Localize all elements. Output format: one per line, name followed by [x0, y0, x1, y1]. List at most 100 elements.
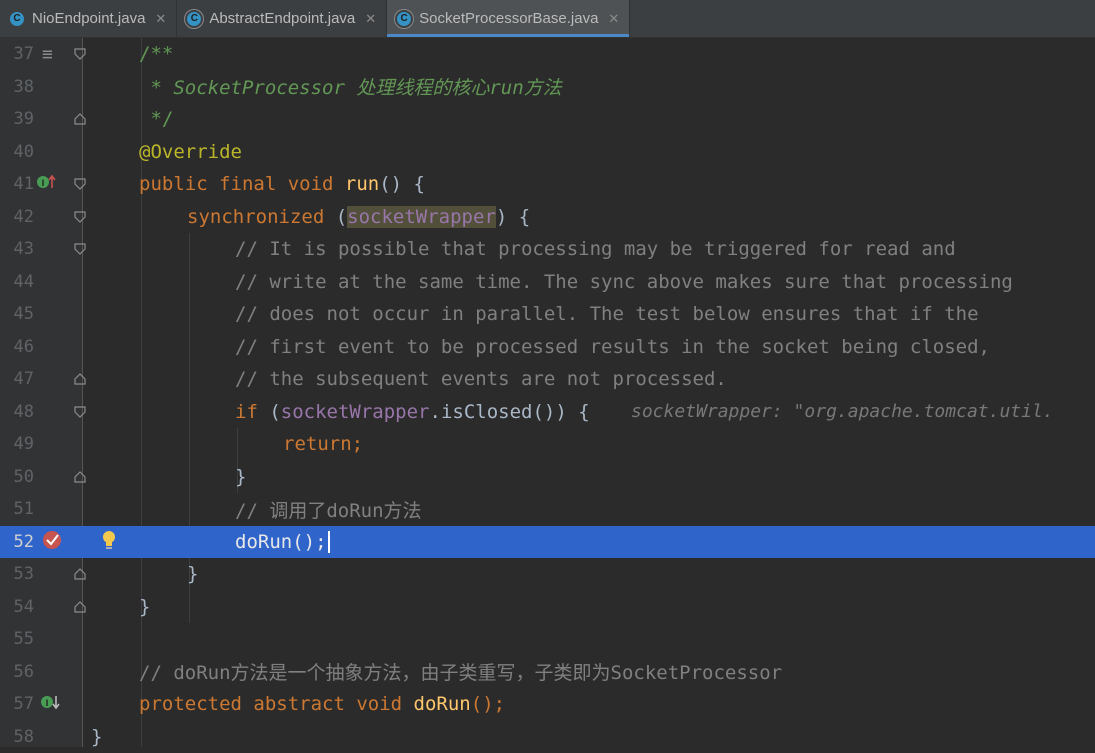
code-text: }: [187, 563, 198, 585]
tab-label: AbstractEndpoint.java: [209, 10, 355, 27]
code-line[interactable]: 40 @Override: [0, 136, 1095, 169]
code-line[interactable]: 45 // does not occur in parallel. The te…: [0, 298, 1095, 331]
code-line[interactable]: 41 I public final void run() {: [0, 168, 1095, 201]
method-call: .isClosed()) {: [430, 401, 590, 423]
svg-text:I: I: [46, 698, 49, 708]
debug-inline-value-hint: socketWrapper: "org.apache.tomcat.util.: [631, 401, 1054, 422]
fold-end-icon[interactable]: [73, 600, 87, 614]
code-line[interactable]: 44 // write at the same time. The sync a…: [0, 266, 1095, 299]
code-line[interactable]: 49 return;: [0, 428, 1095, 461]
close-icon[interactable]: ✕: [365, 11, 376, 27]
line-number: 53: [0, 564, 34, 584]
method-name: run: [345, 173, 379, 195]
fold-end-icon[interactable]: [73, 112, 87, 126]
code-text: }: [139, 596, 150, 618]
tab-abstractendpoint[interactable]: C AbstractEndpoint.java ✕: [177, 0, 387, 37]
fold-icon[interactable]: [73, 47, 87, 61]
fold-icon[interactable]: [73, 177, 87, 191]
overrides-method-icon[interactable]: I: [36, 174, 58, 194]
fold-icon[interactable]: [73, 405, 87, 419]
fold-end-icon[interactable]: [73, 567, 87, 581]
code-line[interactable]: 42 synchronized (socketWrapper) {: [0, 201, 1095, 234]
field-reference-highlight[interactable]: socketWrapper: [347, 206, 496, 228]
code-line[interactable]: 58 }: [0, 721, 1095, 753]
code-text: return;: [283, 433, 363, 455]
current-execution-line[interactable]: 52 doRun();: [0, 526, 1095, 559]
svg-text:I: I: [42, 178, 45, 188]
tab-nioendpoint[interactable]: C NioEndpoint.java ✕: [0, 0, 177, 37]
code-line[interactable]: 54 }: [0, 591, 1095, 624]
fold-end-icon[interactable]: [73, 372, 87, 386]
code-text: /**: [139, 43, 173, 65]
code-line[interactable]: 37 ≡ /**: [0, 38, 1095, 71]
code-editor[interactable]: 37 ≡ /** 38 * SocketProcessor 处理线程的核心run…: [0, 38, 1095, 747]
line-number: 38: [0, 77, 34, 97]
fold-icon[interactable]: [73, 242, 87, 256]
keyword: protected abstract void: [139, 693, 414, 715]
code-text: // 调用了doRun方法: [235, 496, 422, 523]
line-number: 37: [0, 44, 34, 64]
code-text: */: [139, 108, 173, 130]
close-icon[interactable]: ✕: [155, 11, 166, 27]
implemented-method-icon[interactable]: I: [40, 694, 62, 714]
line-number: 54: [0, 597, 34, 617]
code-text: }: [91, 726, 102, 748]
line-number: 51: [0, 499, 34, 519]
close-icon[interactable]: ✕: [608, 11, 619, 27]
text-caret: [328, 531, 330, 553]
line-number: 42: [0, 207, 34, 227]
line-number: 56: [0, 662, 34, 682]
fold-end-icon[interactable]: [73, 470, 87, 484]
line-number: 45: [0, 304, 34, 324]
line-number: 55: [0, 629, 34, 649]
code-text: @Override: [139, 141, 242, 163]
code-text: // doRun方法是一个抽象方法，由子类重写，子类即为SocketProces…: [139, 658, 782, 685]
code-line[interactable]: 57 I protected abstract void doRun();: [0, 688, 1095, 721]
line-number: 46: [0, 337, 34, 357]
abstract-class-icon: C: [187, 12, 201, 26]
code-line[interactable]: 39 */: [0, 103, 1095, 136]
code-line[interactable]: 38 * SocketProcessor 处理线程的核心run方法: [0, 71, 1095, 104]
code-text: protected abstract void doRun();: [139, 693, 505, 715]
code-line[interactable]: 55: [0, 623, 1095, 656]
line-number: 58: [0, 727, 34, 747]
code-line[interactable]: 46 // first event to be processed result…: [0, 331, 1095, 364]
fold-icon[interactable]: [73, 210, 87, 224]
line-number: 40: [0, 142, 34, 162]
method-name: doRun: [414, 693, 471, 715]
code-line[interactable]: 53 }: [0, 558, 1095, 591]
line-number: 48: [0, 402, 34, 422]
line-number: 57: [0, 694, 34, 714]
punctuation: () {: [379, 173, 425, 195]
code-text: }: [235, 466, 246, 488]
code-text: * SocketProcessor 处理线程的核心run方法: [139, 73, 562, 100]
code-line[interactable]: 51 // 调用了doRun方法: [0, 493, 1095, 526]
code-text: public final void run() {: [139, 173, 425, 195]
tab-socketprocessorbase[interactable]: C SocketProcessorBase.java ✕: [387, 0, 630, 37]
tab-label: SocketProcessorBase.java: [419, 10, 598, 27]
code-line[interactable]: 43 // It is possible that processing may…: [0, 233, 1095, 266]
punctuation: ();: [471, 693, 505, 715]
code-text: doRun();: [235, 531, 330, 554]
code-text: // first event to be processed results i…: [235, 336, 990, 358]
intention-bulb-icon[interactable]: [101, 530, 117, 554]
code-text: // It is possible that processing may be…: [235, 238, 956, 260]
structure-icon[interactable]: ≡: [42, 44, 53, 65]
code-text: synchronized (socketWrapper) {: [187, 206, 530, 228]
code-line[interactable]: 48 if (socketWrapper.isClosed()) { socke…: [0, 396, 1095, 429]
code-line[interactable]: 47 // the subsequent events are not proc…: [0, 363, 1095, 396]
keyword: if: [235, 401, 269, 423]
abstract-class-icon: C: [397, 12, 411, 26]
code-text: // does not occur in parallel. The test …: [235, 303, 979, 325]
editor-tab-bar: C NioEndpoint.java ✕ C AbstractEndpoint.…: [0, 0, 1095, 38]
line-number: 50: [0, 467, 34, 487]
line-number: 44: [0, 272, 34, 292]
field-reference[interactable]: socketWrapper: [281, 401, 430, 423]
line-number: 47: [0, 369, 34, 389]
code-line[interactable]: 50 }: [0, 461, 1095, 494]
line-number: 49: [0, 434, 34, 454]
code-line[interactable]: 56 // doRun方法是一个抽象方法，由子类重写，子类即为SocketPro…: [0, 656, 1095, 689]
breakpoint-icon[interactable]: [42, 530, 62, 554]
keyword: synchronized: [187, 206, 336, 228]
line-number: 39: [0, 109, 34, 129]
